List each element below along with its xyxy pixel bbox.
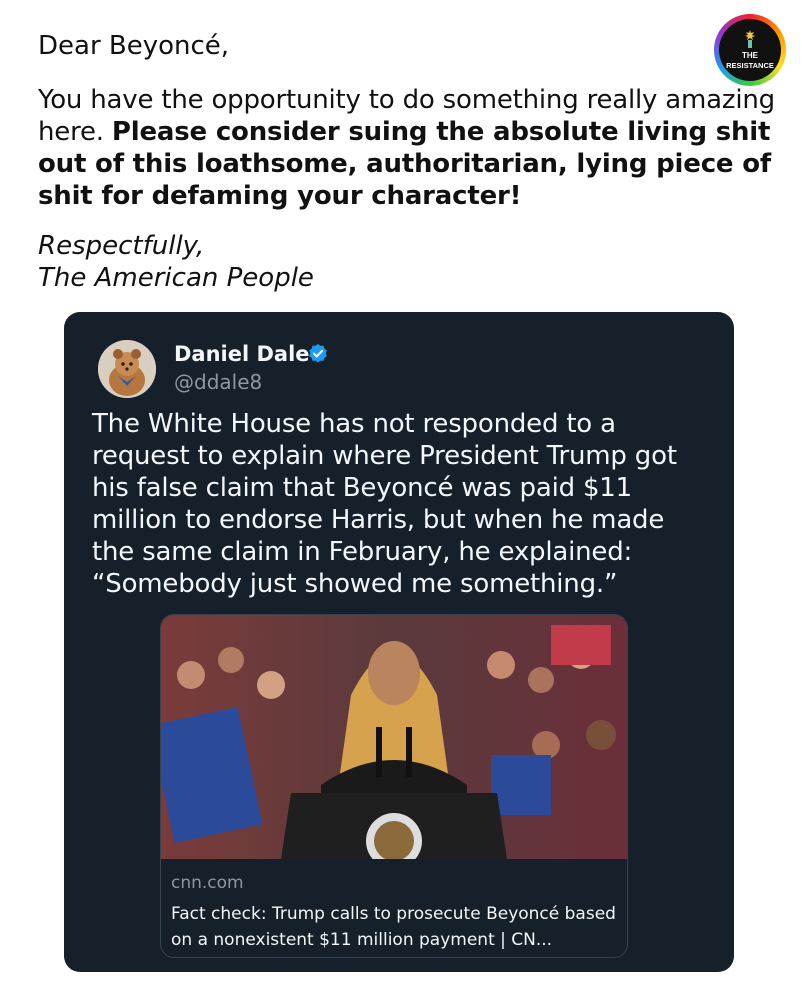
closing: Respectfully, The American People	[38, 230, 778, 294]
resistance-logo-inner: THE RESISTANCE	[719, 19, 781, 81]
logo-text-resistance: RESISTANCE	[726, 61, 774, 70]
post-text: Dear Beyoncé, You have the opportunity t…	[38, 30, 778, 294]
link-preview-card[interactable]: cnn.com Fact check: Trump calls to prose…	[160, 614, 628, 958]
salutation: Dear Beyoncé,	[38, 31, 230, 61]
closing-line-1: Respectfully,	[38, 231, 205, 261]
link-domain: cnn.com	[171, 873, 244, 893]
link-title[interactable]: Fact check: Trump calls to prosecute Bey…	[171, 901, 621, 953]
embedded-tweet[interactable]: Daniel Dale @ddale8 The White House has …	[64, 312, 734, 972]
post-body-bold: Please consider suing the absolute livin…	[38, 117, 771, 211]
dog-avatar-image	[98, 340, 156, 398]
logo-text-the: THE	[742, 51, 758, 60]
statue-of-liberty-icon	[745, 30, 755, 48]
post-body: You have the opportunity to do something…	[38, 84, 778, 212]
author-handle[interactable]: @ddale8	[174, 370, 262, 394]
avatar[interactable]	[98, 340, 156, 398]
link-preview-image	[161, 615, 627, 859]
closing-line-2: The American People	[38, 263, 314, 293]
verified-badge-icon	[309, 343, 327, 363]
resistance-logo: THE RESISTANCE	[714, 14, 786, 86]
tweet-text: The White House has not responded to a r…	[92, 409, 677, 599]
author-name[interactable]: Daniel Dale	[174, 342, 310, 366]
